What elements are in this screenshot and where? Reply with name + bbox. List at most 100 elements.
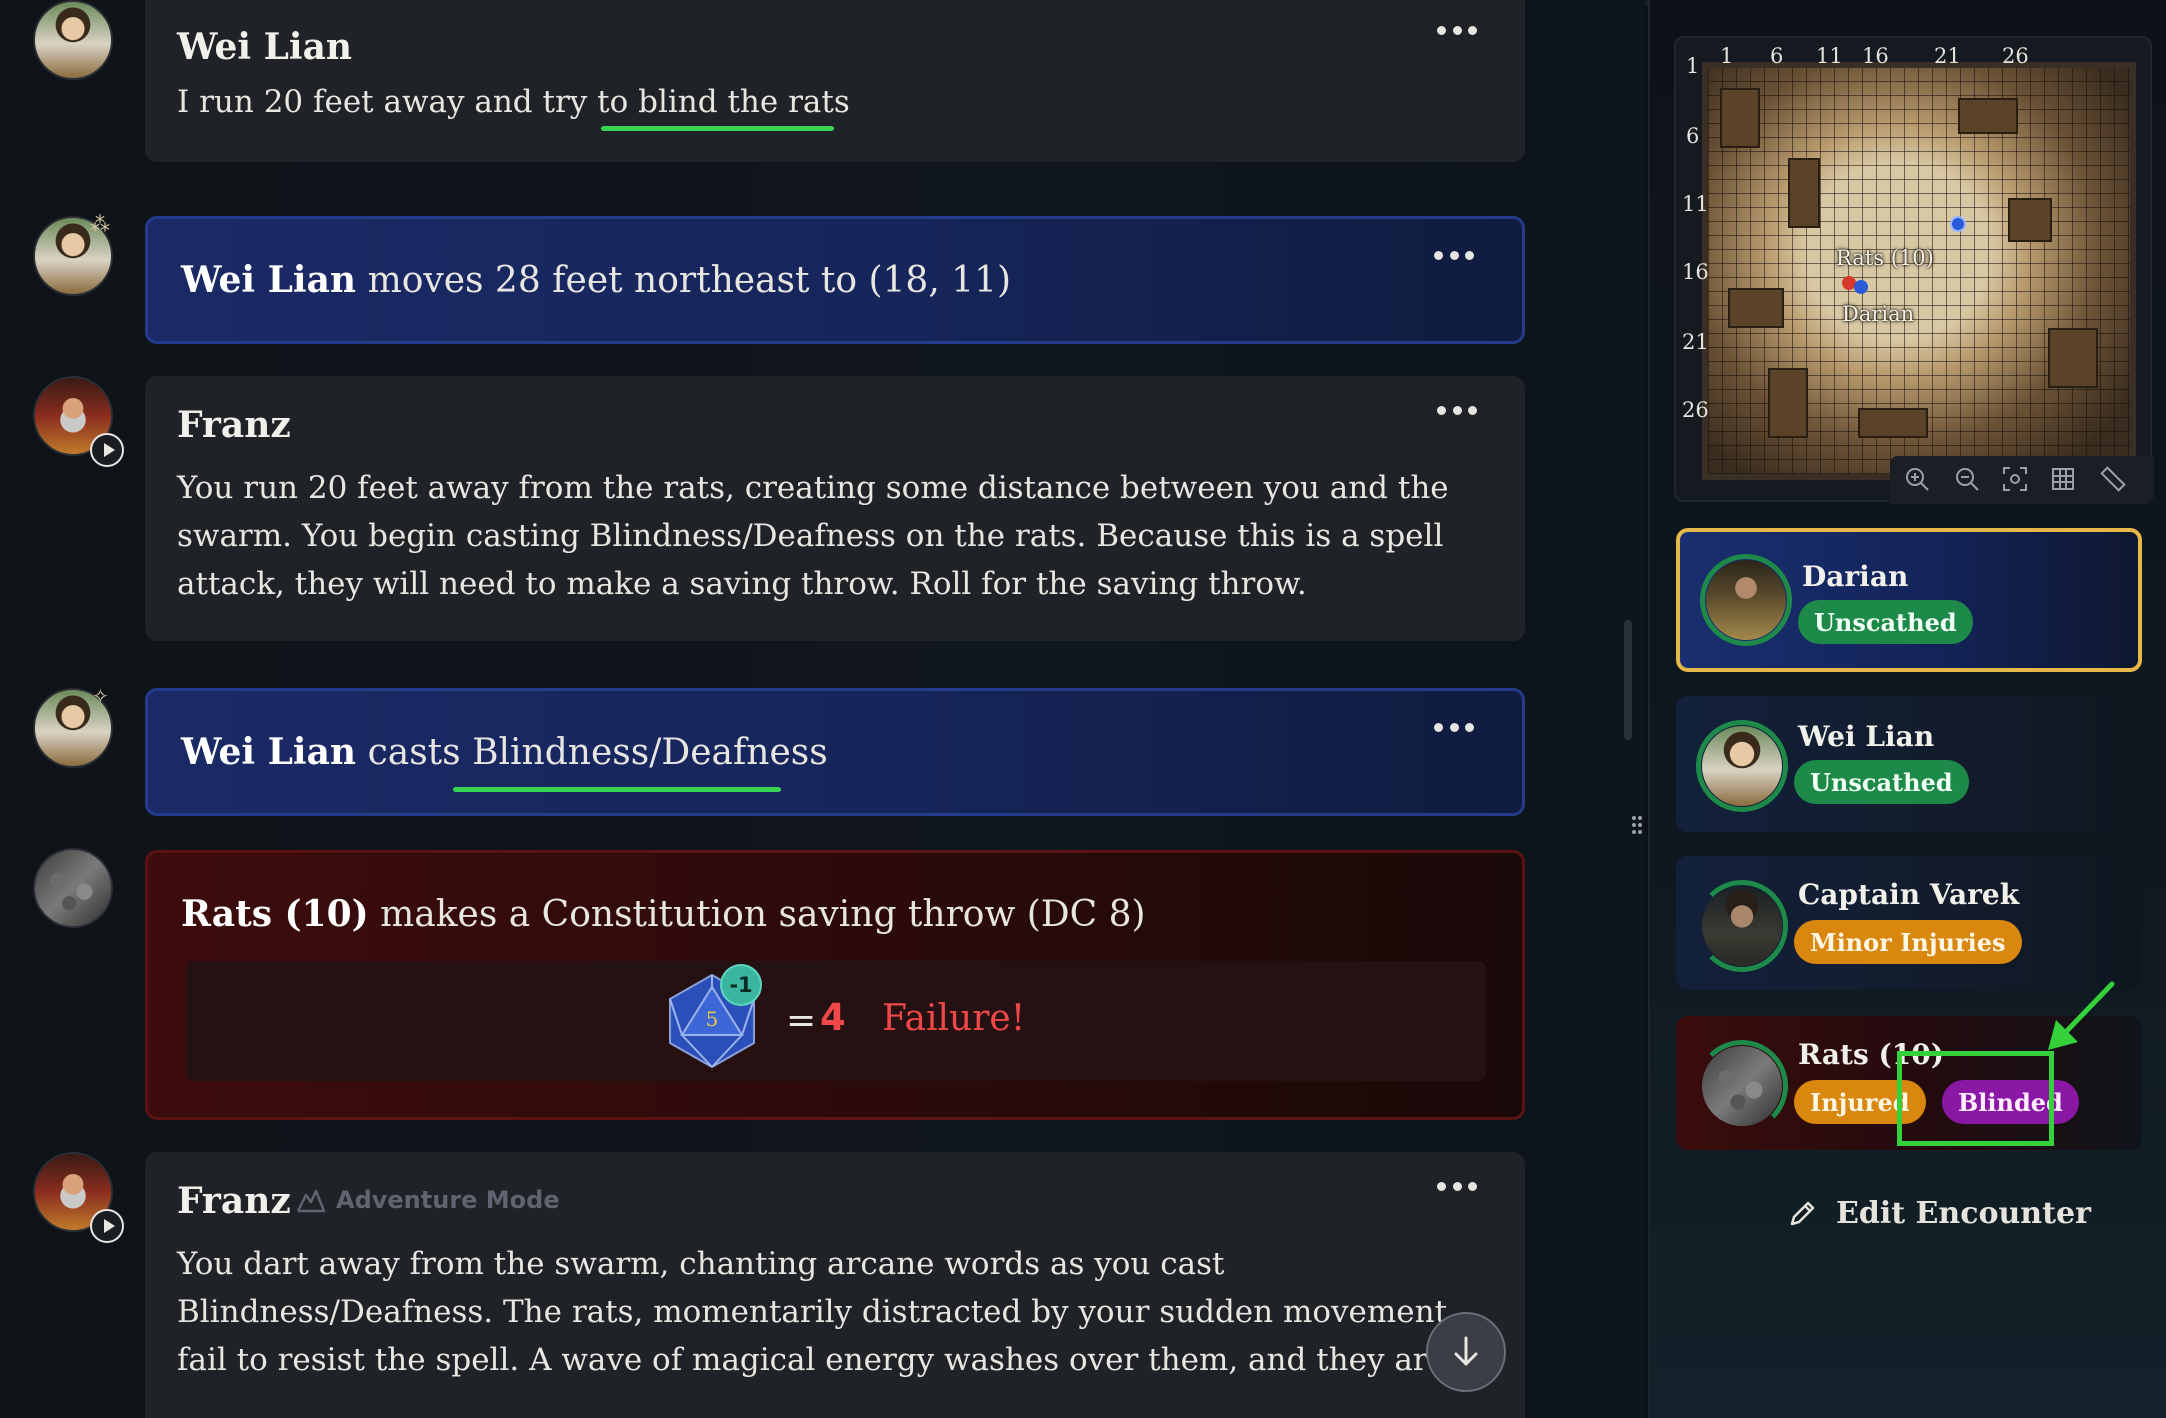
map-object <box>2048 328 2098 388</box>
chat-message: Franz You run 20 feet away from the rats… <box>145 376 1525 641</box>
avatar-captain-varek <box>1702 886 1782 966</box>
ruler-x-label: 26 <box>2002 44 2029 68</box>
combatant-card-captain-varek[interactable]: Captain Varek Minor Injuries <box>1676 856 2142 990</box>
edit-encounter-label: Edit Encounter <box>1836 1196 2091 1231</box>
map-token-label: Darian <box>1842 302 1915 326</box>
message-text-part: I run 20 feet away and try to <box>177 84 639 120</box>
mode-label: Adventure Mode <box>336 1186 560 1214</box>
chat-message: Wei Lian I run 20 feet away and try to b… <box>145 0 1525 162</box>
message-author: Wei Lian <box>177 26 353 68</box>
combatant-name: Wei Lian <box>1798 720 1935 753</box>
battle-map[interactable]: Rats (10) Darian <box>1702 62 2136 480</box>
action-text: makes a Constitution saving throw (DC 8) <box>380 894 1146 935</box>
message-link[interactable]: blind the rats <box>638 84 850 120</box>
map-object <box>1728 288 1784 328</box>
message-author: Franz <box>177 404 291 446</box>
ruler-y-label: 11 <box>1682 192 1709 216</box>
movement-message: Wei Lian moves 28 feet northeast to (18,… <box>145 216 1525 344</box>
zoom-out-icon[interactable] <box>1954 466 1980 492</box>
ruler-x-label: 11 <box>1816 44 1843 68</box>
map-object <box>1788 158 1820 228</box>
adventure-mode-tag: Adventure Mode <box>296 1186 560 1214</box>
map-object <box>1858 408 1928 438</box>
avatar-wei-lian[interactable] <box>33 0 113 80</box>
ruler-x-label: 21 <box>1934 44 1961 68</box>
combatant-card-darian[interactable]: Darian Unscathed <box>1676 528 2142 672</box>
edit-encounter-button[interactable]: Edit Encounter <box>1786 1196 2091 1231</box>
more-options-icon[interactable] <box>1434 721 1474 733</box>
annotation-arrow-icon <box>2048 981 2115 1050</box>
ruler-y-label: 1 <box>1686 54 1700 78</box>
more-options-icon[interactable] <box>1434 249 1474 261</box>
battle-map-panel: Rats (10) Darian 1 6 11 16 21 26 1 6 11 … <box>1674 36 2154 504</box>
combatant-name: Captain Varek <box>1798 878 2020 911</box>
scroll-to-bottom-button[interactable] <box>1426 1312 1506 1392</box>
status-badge: Minor Injuries <box>1794 920 2022 964</box>
movement-text: Wei Lian moves 28 feet northeast to (18,… <box>181 259 1011 301</box>
actor-name: Wei Lian <box>181 731 357 773</box>
map-object <box>1768 368 1808 438</box>
highlight-underline <box>453 787 781 792</box>
avatar-darian <box>1706 560 1786 640</box>
more-options-icon[interactable] <box>1437 404 1477 416</box>
encounter-sidebar: Rats (10) Darian 1 6 11 16 21 26 1 6 11 … <box>1648 0 2166 1418</box>
more-options-icon[interactable] <box>1437 24 1477 36</box>
panel-resize-handle[interactable] <box>1632 816 1642 838</box>
ruler-x-label: 16 <box>1862 44 1889 68</box>
annotation-highlight-box <box>1897 1051 2054 1146</box>
ruler-icon[interactable] <box>2100 466 2126 492</box>
ruler-x-label: 6 <box>1770 44 1784 68</box>
grid-icon[interactable] <box>2050 466 2076 492</box>
actor-name: Wei Lian <box>181 259 357 301</box>
map-toolbar <box>1890 456 2154 504</box>
saving-throw-message: Rats (10) makes a Constitution saving th… <box>145 850 1525 1120</box>
ruler-y-label: 6 <box>1686 124 1700 148</box>
more-options-icon[interactable] <box>1437 1180 1477 1192</box>
roll-outcome: Failure! <box>882 998 1026 1039</box>
modifier-badge: -1 <box>720 964 762 1006</box>
magic-wand-icon: ✧ <box>92 684 109 708</box>
action-text: casts <box>367 732 461 773</box>
ruler-y-label: 26 <box>1682 398 1709 422</box>
saving-throw-text: Rats (10) makes a Constitution saving th… <box>181 893 1146 935</box>
play-icon[interactable] <box>90 433 124 467</box>
zoom-in-icon[interactable] <box>1904 466 1930 492</box>
map-token-label: Rats (10) <box>1836 246 1934 270</box>
spell-link[interactable]: Blindness/Deafness <box>472 732 828 773</box>
combatant-card-wei-lian[interactable]: Wei Lian Unscathed <box>1676 696 2142 832</box>
combatant-name: Darian <box>1802 560 1909 593</box>
mountain-icon <box>296 1189 326 1213</box>
app-root: Wei Lian I run 20 feet away and try to b… <box>0 0 2166 1418</box>
map-object <box>1958 98 2018 134</box>
play-icon[interactable] <box>90 1209 124 1243</box>
message-author: Franz <box>177 1180 291 1222</box>
die-value: 5 <box>706 1007 719 1031</box>
message-text: You run 20 feet away from the rats, crea… <box>177 470 1449 602</box>
map-token-darian[interactable] <box>1854 280 1868 294</box>
avatar-rats[interactable] <box>33 848 113 928</box>
cast-text: Wei Lian casts Blindness/Deafness <box>181 731 828 773</box>
actor-name: Rats (10) <box>181 893 369 935</box>
message-text: You dart away from the swarm, chanting a… <box>177 1246 1457 1378</box>
status-badge: Unscathed <box>1798 600 1973 644</box>
map-object <box>1720 88 1760 148</box>
equals-sign: = <box>786 1000 817 1041</box>
fit-screen-icon[interactable] <box>2002 466 2028 492</box>
chat-scrollbar[interactable] <box>1624 620 1632 740</box>
pencil-icon <box>1790 1201 1815 1225</box>
footsteps-icon: ⁂ <box>90 212 110 236</box>
map-object <box>2008 198 2052 242</box>
ruler-y-label: 21 <box>1682 330 1709 354</box>
avatar-rats <box>1702 1046 1782 1126</box>
chat-log[interactable]: Wei Lian I run 20 feet away and try to b… <box>0 0 1645 1418</box>
avatar-wei-lian <box>1702 726 1782 806</box>
ruler-y-label: 16 <box>1682 260 1709 284</box>
highlight-underline <box>601 126 834 131</box>
status-badge: Unscathed <box>1794 760 1969 804</box>
roll-total: 4 <box>820 996 846 1039</box>
arrow-down-icon <box>1454 1336 1478 1366</box>
message-text: I run 20 feet away and try to blind the … <box>177 78 1465 126</box>
map-token-wei-lian[interactable] <box>1950 216 1966 232</box>
action-text: moves 28 feet northeast to (18, 11) <box>367 260 1012 301</box>
spell-cast-message: Wei Lian casts Blindness/Deafness <box>145 688 1525 816</box>
